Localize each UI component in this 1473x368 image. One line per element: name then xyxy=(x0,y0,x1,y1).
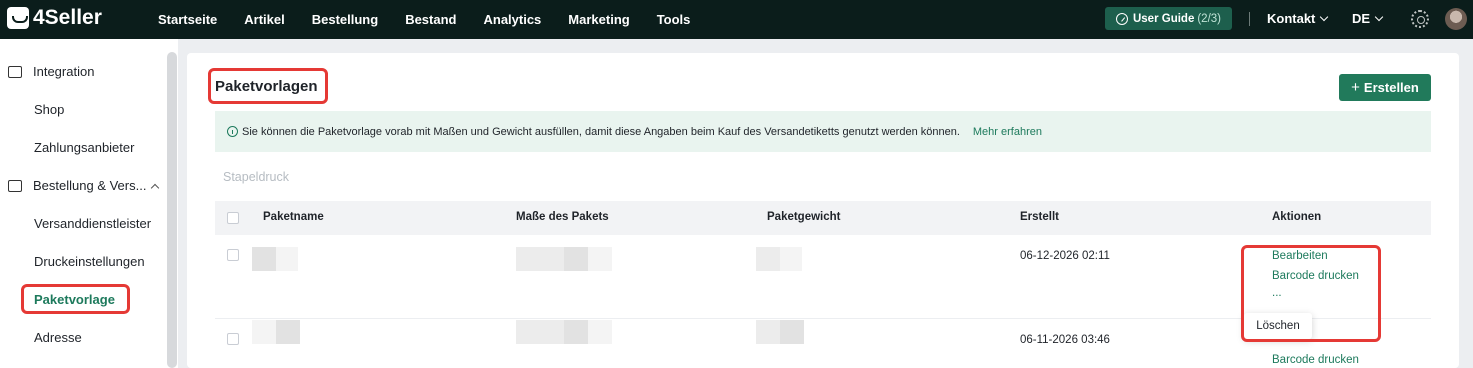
top-navigation-bar: 4Seller Startseite Artikel Bestellung Be… xyxy=(0,0,1473,39)
redacted-dimensions xyxy=(588,247,612,271)
redacted-dimensions xyxy=(516,320,564,344)
nav-item-tools[interactable]: Tools xyxy=(657,12,691,27)
batch-print-button[interactable]: Stapeldruck xyxy=(223,170,289,184)
sidebar-item-shop[interactable]: Shop xyxy=(34,102,64,117)
avatar[interactable] xyxy=(1445,8,1467,30)
language-dropdown[interactable]: DE xyxy=(1352,11,1384,26)
info-text: Sie können die Paketvorlage vorab mit Ma… xyxy=(242,125,960,138)
created-date: 06-12-2026 02:11 xyxy=(1020,250,1110,262)
redacted-weight xyxy=(756,320,780,344)
sidebar xyxy=(0,39,178,368)
info-banner: Sie können die Paketvorlage vorab mit Ma… xyxy=(215,111,1431,152)
column-header-package-name: Paketname xyxy=(263,211,324,223)
info-icon xyxy=(227,126,238,137)
row-checkbox[interactable] xyxy=(227,249,239,261)
create-label: Erstellen xyxy=(1363,80,1419,95)
user-guide-button[interactable]: User Guide (2/3) xyxy=(1105,7,1232,30)
clipboard-icon xyxy=(8,179,22,192)
redacted-weight xyxy=(780,247,802,271)
user-guide-progress: (2/3) xyxy=(1197,12,1221,25)
nav-item-bestellung[interactable]: Bestellung xyxy=(312,12,378,27)
select-all-checkbox[interactable] xyxy=(227,212,239,224)
chevron-down-icon xyxy=(1374,12,1384,22)
plus-icon: + xyxy=(1351,79,1360,96)
column-header-dimensions: Maße des Pakets xyxy=(516,211,609,223)
language-label: DE xyxy=(1352,11,1371,26)
sidebar-scrollbar[interactable] xyxy=(167,52,177,368)
main-nav: Startseite Artikel Bestellung Bestand An… xyxy=(158,0,717,39)
brand-logo[interactable]: 4Seller xyxy=(7,6,102,30)
sidebar-item-payment[interactable]: Zahlungsanbieter xyxy=(34,140,134,155)
sidebar-item-print-settings[interactable]: Druckeinstellungen xyxy=(34,254,145,269)
highlight-page-title xyxy=(208,68,328,104)
nav-item-startseite[interactable]: Startseite xyxy=(158,12,217,27)
compass-icon xyxy=(1115,12,1128,25)
row-checkbox[interactable] xyxy=(227,333,239,345)
redacted-package-name xyxy=(276,247,298,271)
redacted-package-name xyxy=(252,320,276,344)
nav-item-bestand[interactable]: Bestand xyxy=(405,12,456,27)
create-button[interactable]: + Erstellen xyxy=(1339,74,1431,101)
column-header-weight: Paketgewicht xyxy=(767,211,841,223)
highlight-actions xyxy=(1241,245,1381,342)
redacted-package-name xyxy=(276,320,300,344)
sidebar-group-orders-shipping[interactable]: Bestellung & Vers... xyxy=(8,178,160,193)
nav-item-artikel[interactable]: Artikel xyxy=(244,12,284,27)
redacted-dimensions xyxy=(516,247,564,271)
redacted-dimensions xyxy=(564,320,588,344)
logo-bag-icon xyxy=(7,7,29,29)
created-date: 06-11-2026 03:46 xyxy=(1020,334,1110,346)
redacted-dimensions xyxy=(564,247,588,271)
user-guide-label: User Guide xyxy=(1132,12,1195,25)
highlight-sidebar-package-template xyxy=(21,284,130,314)
sidebar-item-address[interactable]: Adresse xyxy=(34,330,82,345)
redacted-package-name xyxy=(252,247,276,271)
nav-divider xyxy=(1249,12,1250,26)
sidebar-item-carriers[interactable]: Versanddienstleister xyxy=(34,216,151,231)
nav-item-marketing[interactable]: Marketing xyxy=(568,12,629,27)
contact-dropdown[interactable]: Kontakt xyxy=(1267,11,1329,26)
nav-item-analytics[interactable]: Analytics xyxy=(483,12,541,27)
redacted-weight xyxy=(780,320,804,344)
redacted-weight xyxy=(756,247,780,271)
sidebar-group-label: Integration xyxy=(33,64,95,79)
sidebar-group-integration[interactable]: Integration xyxy=(8,64,94,79)
column-header-created: Erstellt xyxy=(1020,211,1059,223)
brand-name: 4Seller xyxy=(33,6,102,29)
settings-gear-icon[interactable] xyxy=(1411,10,1429,28)
integration-icon xyxy=(8,65,22,78)
print-barcode-action-link[interactable]: Barcode drucken xyxy=(1272,354,1359,366)
table-header: Paketname Maße des Pakets Paketgewicht E… xyxy=(215,201,1431,235)
learn-more-link[interactable]: Mehr erfahren xyxy=(973,126,1042,138)
chevron-down-icon xyxy=(1320,12,1329,22)
redacted-dimensions xyxy=(588,320,612,344)
contact-label: Kontakt xyxy=(1267,11,1316,26)
chevron-up-icon xyxy=(151,183,160,192)
sidebar-group-label: Bestellung & Vers... xyxy=(33,178,147,193)
column-header-actions: Aktionen xyxy=(1272,211,1322,223)
